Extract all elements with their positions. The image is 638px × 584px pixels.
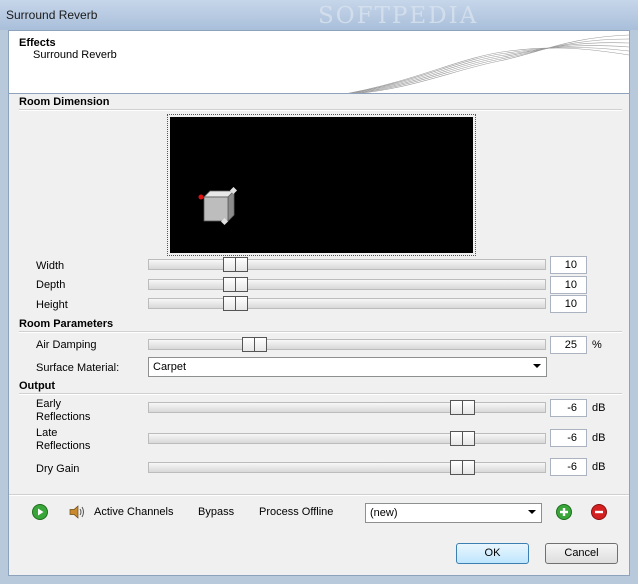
air-damping-unit: % bbox=[592, 339, 602, 351]
height-slider[interactable] bbox=[148, 296, 546, 311]
early-reflections-unit: dB bbox=[592, 402, 606, 414]
header-subheading: Surround Reverb bbox=[33, 49, 117, 61]
depth-label: Depth bbox=[36, 279, 66, 291]
room-dimension-heading: Room Dimension bbox=[19, 96, 110, 108]
surface-material-select[interactable]: Carpet bbox=[148, 357, 547, 377]
speaker-icon[interactable] bbox=[68, 504, 86, 520]
early-reflections-label: Early Reflections bbox=[36, 398, 91, 423]
surface-material-label: Surface Material: bbox=[36, 362, 120, 374]
divider bbox=[19, 393, 622, 395]
cancel-button[interactable]: Cancel bbox=[545, 543, 618, 564]
title-bar: Surround Reverb SOFTPEDIA bbox=[0, 0, 638, 30]
divider bbox=[19, 331, 622, 333]
depth-value-field[interactable]: 10 bbox=[550, 276, 587, 294]
room-parameters-heading: Room Parameters bbox=[19, 318, 114, 330]
play-icon[interactable] bbox=[32, 504, 48, 520]
divider bbox=[9, 494, 629, 496]
watermark: SOFTPEDIA bbox=[318, 3, 479, 29]
height-value-field[interactable]: 10 bbox=[550, 295, 587, 313]
ok-button[interactable]: OK bbox=[456, 543, 529, 564]
room-marker-icon bbox=[198, 194, 204, 200]
room-cube-icon bbox=[198, 187, 238, 226]
remove-preset-icon[interactable] bbox=[591, 504, 607, 520]
late-reflections-slider[interactable] bbox=[148, 431, 546, 446]
wave-graphic bbox=[347, 34, 629, 93]
air-damping-label: Air Damping bbox=[36, 339, 97, 351]
divider bbox=[19, 109, 622, 111]
width-value-field[interactable]: 10 bbox=[550, 256, 587, 274]
slider-thumb[interactable] bbox=[223, 257, 248, 272]
bypass-button[interactable]: Bypass bbox=[198, 506, 234, 518]
chevron-down-icon bbox=[528, 510, 536, 514]
air-damping-value-field[interactable]: 25 bbox=[550, 336, 587, 354]
early-reflections-value-field[interactable]: -6 bbox=[550, 399, 587, 417]
dry-gain-unit: dB bbox=[592, 461, 606, 473]
chevron-down-icon bbox=[533, 364, 541, 368]
effects-header: Effects Surround Reverb bbox=[8, 30, 630, 94]
output-heading: Output bbox=[19, 380, 56, 392]
slider-thumb[interactable] bbox=[223, 277, 248, 292]
add-preset-icon[interactable] bbox=[556, 504, 572, 520]
room-preview[interactable] bbox=[167, 114, 476, 256]
late-reflections-unit: dB bbox=[592, 432, 606, 444]
width-slider[interactable] bbox=[148, 257, 546, 272]
dry-gain-slider[interactable] bbox=[148, 460, 546, 475]
slider-thumb[interactable] bbox=[450, 431, 475, 446]
preset-value: (new) bbox=[370, 507, 398, 519]
width-label: Width bbox=[36, 260, 65, 272]
slider-thumb[interactable] bbox=[223, 296, 248, 311]
early-reflections-slider[interactable] bbox=[148, 400, 546, 415]
header-heading: Effects bbox=[19, 37, 56, 49]
air-damping-slider[interactable] bbox=[148, 337, 546, 352]
preset-select[interactable]: (new) bbox=[365, 503, 542, 523]
height-label: Height bbox=[36, 299, 68, 311]
window-title: Surround Reverb bbox=[6, 8, 98, 22]
slider-thumb[interactable] bbox=[450, 460, 475, 475]
depth-slider[interactable] bbox=[148, 277, 546, 292]
dry-gain-label: Dry Gain bbox=[36, 463, 80, 475]
slider-thumb[interactable] bbox=[242, 337, 267, 352]
active-channels-button[interactable]: Active Channels bbox=[94, 506, 174, 518]
surface-material-value: Carpet bbox=[153, 361, 187, 373]
room-preview-canvas bbox=[170, 117, 473, 253]
late-reflections-value-field[interactable]: -6 bbox=[550, 429, 587, 447]
late-reflections-label: Late Reflections bbox=[36, 427, 91, 452]
dry-gain-value-field[interactable]: -6 bbox=[550, 458, 587, 476]
process-offline-button[interactable]: Process Offline bbox=[259, 506, 333, 518]
slider-thumb[interactable] bbox=[450, 400, 475, 415]
